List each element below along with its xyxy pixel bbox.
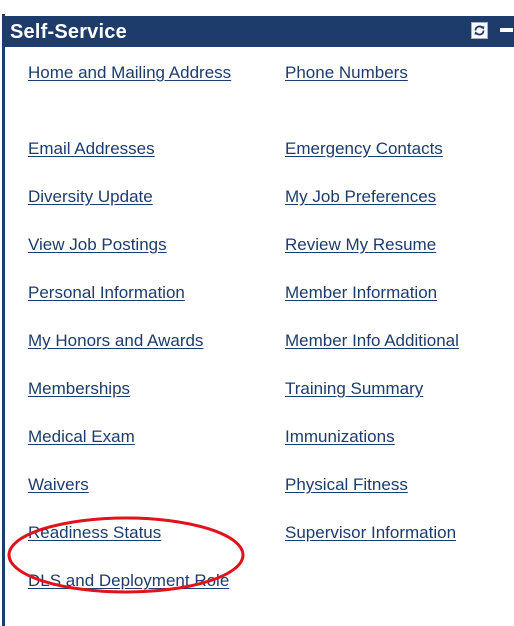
minimize-icon[interactable] — [498, 22, 514, 39]
link-my-honors-and-awards[interactable]: My Honors and Awards — [28, 329, 203, 353]
link-memberships[interactable]: Memberships — [28, 377, 130, 401]
pagelet-header: Self-Service — [5, 16, 514, 47]
link-email-addresses[interactable]: Email Addresses — [28, 137, 155, 161]
refresh-icon[interactable] — [471, 22, 488, 39]
link-home-mailing-address[interactable]: Home and Mailing Address — [28, 61, 248, 85]
link-waivers[interactable]: Waivers — [28, 473, 89, 497]
link-readiness-status[interactable]: Readiness Status — [28, 521, 161, 545]
link-review-my-resume[interactable]: Review My Resume — [285, 233, 436, 257]
link-dls-and-deployment-role[interactable]: DLS and Deployment Role — [28, 569, 248, 593]
link-supervisor-information[interactable]: Supervisor Information — [285, 521, 456, 545]
link-member-information[interactable]: Member Information — [285, 281, 437, 305]
link-medical-exam[interactable]: Medical Exam — [28, 425, 135, 449]
link-personal-information[interactable]: Personal Information — [28, 281, 185, 305]
link-training-summary[interactable]: Training Summary — [285, 377, 423, 401]
link-diversity-update[interactable]: Diversity Update — [28, 185, 153, 209]
link-immunizations[interactable]: Immunizations — [285, 425, 395, 449]
link-phone-numbers[interactable]: Phone Numbers — [285, 61, 408, 85]
link-emergency-contacts[interactable]: Emergency Contacts — [285, 137, 443, 161]
link-my-job-preferences[interactable]: My Job Preferences — [285, 185, 436, 209]
pagelet-title: Self-Service — [10, 21, 127, 43]
link-physical-fitness[interactable]: Physical Fitness — [285, 473, 408, 497]
link-view-job-postings[interactable]: View Job Postings — [28, 233, 167, 257]
link-member-info-additional[interactable]: Member Info Additional — [285, 329, 459, 353]
